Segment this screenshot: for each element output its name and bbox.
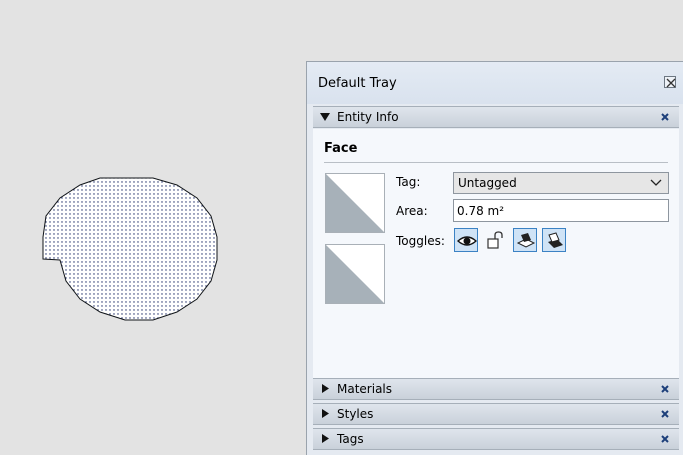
tag-label: Tag: — [396, 175, 421, 189]
styles-panel-title: Styles — [337, 407, 374, 421]
receive-shadows-toggle[interactable] — [513, 228, 537, 252]
collapsed-triangle-icon — [322, 434, 329, 443]
expanded-triangle-icon — [320, 113, 330, 121]
tray-title-bar: Default Tray — [307, 62, 683, 104]
entity-info-close-icon[interactable] — [660, 112, 670, 122]
tags-panel-header[interactable]: Tags — [313, 428, 679, 450]
styles-panel-header[interactable]: Styles — [313, 403, 679, 425]
materials-panel-title: Materials — [337, 382, 393, 396]
tray-title: Default Tray — [318, 76, 397, 91]
area-label: Area: — [396, 204, 428, 218]
close-icon — [666, 78, 676, 88]
toggles-label: Toggles: — [396, 234, 445, 248]
front-material-swatch[interactable] — [325, 173, 385, 233]
collapsed-triangle-icon — [322, 409, 329, 418]
chevron-down-icon — [650, 179, 662, 186]
entity-info-panel-title: Entity Info — [337, 110, 399, 124]
lock-toggle[interactable] — [484, 228, 508, 252]
cast-shadows-toggle[interactable] — [542, 228, 566, 252]
entity-type-label: Face — [324, 141, 358, 156]
entity-info-panel: Face Tag: Untagged Area: Toggles: — [313, 129, 679, 378]
styles-close-icon[interactable] — [660, 409, 670, 419]
default-tray: Default Tray Entity Info Face Tag: Untag… — [306, 61, 683, 455]
receive-shadows-icon — [516, 233, 536, 248]
divider — [324, 162, 668, 163]
tag-dropdown[interactable]: Untagged — [453, 172, 669, 194]
selected-face[interactable] — [42, 177, 218, 321]
cast-shadows-icon — [548, 232, 563, 248]
material-swatch-icon — [326, 174, 384, 232]
tray-close-button[interactable] — [664, 76, 676, 88]
tag-dropdown-value: Untagged — [458, 176, 517, 190]
collapsed-triangle-icon — [322, 384, 329, 393]
entity-info-panel-header[interactable]: Entity Info — [313, 106, 679, 128]
material-swatch-icon — [326, 245, 384, 303]
tags-close-icon[interactable] — [660, 434, 670, 444]
back-material-swatch[interactable] — [325, 244, 385, 304]
eye-icon — [457, 236, 477, 246]
model-viewport[interactable] — [0, 0, 306, 455]
materials-panel-header[interactable]: Materials — [313, 378, 679, 400]
tags-panel-title: Tags — [337, 432, 364, 446]
circle-face-drawing — [42, 177, 218, 321]
materials-close-icon[interactable] — [660, 384, 670, 394]
unlock-icon — [487, 231, 503, 249]
area-field[interactable] — [453, 199, 669, 222]
visibility-toggle[interactable] — [454, 228, 478, 252]
